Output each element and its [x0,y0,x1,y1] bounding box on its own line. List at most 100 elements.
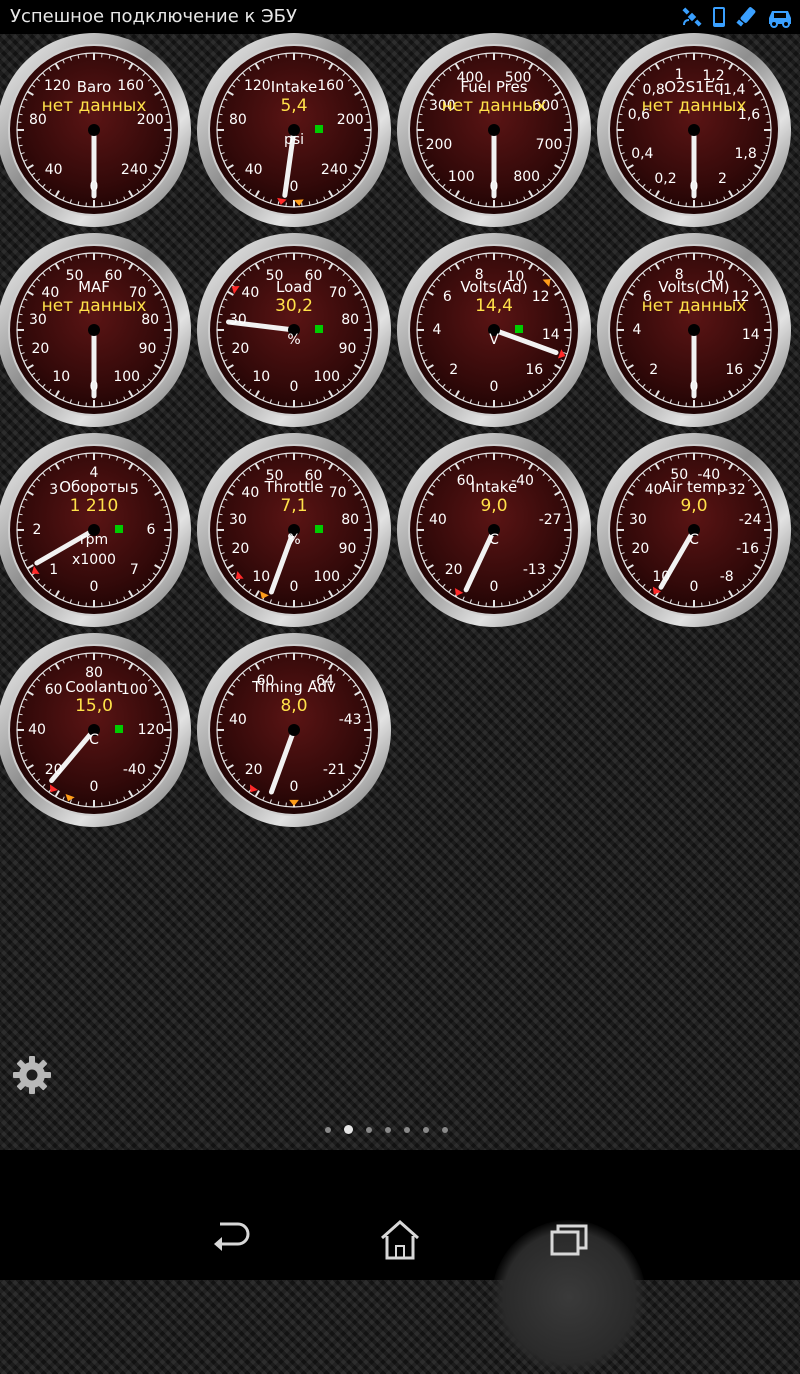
gauge-value: нет данных [0,96,194,116]
gauge-fuel-pres[interactable]: 4005003006002007001008000Fuel Presнет да… [394,30,594,230]
tick-label: 0,4 [631,146,653,162]
settings-gear-icon[interactable] [10,1053,54,1097]
tick-label: 0 [690,579,699,595]
page-dot[interactable] [404,1127,410,1133]
tick-label: 0 [690,179,699,195]
tick-label: 0 [490,179,499,195]
tick-label: 10 [252,569,270,585]
gauge-unit: V [394,332,594,348]
gauge-intake-temp[interactable]: 60-4040-2720-130Intake9,0C [394,430,594,630]
tick-label: 200 [426,137,453,153]
tick-label: 16 [525,362,543,378]
back-icon[interactable] [190,1212,270,1272]
gauge-volts-cm[interactable]: 8106124142160Volts(CM)нет данных [594,230,794,430]
needle-hub [488,124,500,136]
gauge-rpm[interactable]: 43526170Обороты1 210rpmx1000 [0,430,194,630]
tick-label: 4 [633,322,642,338]
tick-label: -13 [523,562,546,578]
home-icon[interactable] [360,1212,440,1272]
gauge-value: 30,2 [194,296,394,316]
needle-hub [688,324,700,336]
gauge-load[interactable]: 5060407030802090101000Load30,2% [194,230,394,430]
gauge-title: Volts(Ad) [394,278,594,296]
gps-icon [681,6,703,28]
needle-hub [688,124,700,136]
gauge-title: Intake [394,478,594,496]
gauge-value: нет данных [394,96,594,116]
gauge-title: Обороты [0,478,194,496]
gauge-maf[interactable]: 5060407030802090101000MAFнет данных [0,230,194,430]
tick-label: 100 [313,569,340,585]
gauge-unit: % [194,332,394,348]
tick-label: 14 [742,327,760,343]
page-dot[interactable] [423,1127,429,1133]
needle-hub [88,124,100,136]
page-dot[interactable] [385,1127,391,1133]
tick-label: 100 [113,369,140,385]
gauge-unit: C [0,732,194,748]
recent-apps-icon[interactable] [530,1212,610,1272]
tick-label: -8 [720,569,734,585]
gauge-o2s1eq[interactable]: 11,20,81,40,61,60,41,80,220O2S1Eqнет дан… [594,30,794,230]
tick-label: 20 [32,341,50,357]
gauge-value: 15,0 [0,696,194,716]
tick-label: 2 [718,171,727,187]
gauge-volts-ad[interactable]: 8106124142160Volts(Ad)14,4V [394,230,594,430]
gauge-value: 7,1 [194,496,394,516]
gauge-intake[interactable]: 12016080200402400Intake5,4psi [194,30,394,230]
gauge-title: Fuel Pres [394,78,594,96]
tick-label: 0 [290,179,299,195]
tick-label: 10 [252,369,270,385]
gauge-value: нет данных [594,296,794,316]
tick-label: 2 [649,362,658,378]
tick-label: 0 [690,379,699,395]
gauge-value: нет данных [594,96,794,116]
gauge-unit: rpm [0,532,194,548]
page-dot[interactable] [366,1127,372,1133]
tick-label: 1,8 [735,146,757,162]
gauge-value: нет данных [0,296,194,316]
gauge-title: Intake [194,78,394,96]
tick-label: 100 [448,169,475,185]
navigation-bar [0,1150,800,1280]
gauge-title: O2S1Eq [594,78,794,96]
tick-label: 0 [90,779,99,795]
gauge-title: Throttle [194,478,394,496]
gauge-unit: C [594,532,794,548]
tick-label: 240 [321,162,348,178]
tick-label: 0 [90,179,99,195]
gauge-timing-adv[interactable]: 60-6440-4320-210Timing Adv8,0 [194,630,394,830]
gauge-title: Timing Adv [194,678,394,696]
tick-label: 40 [45,162,63,178]
gauge-value: 1 210 [0,496,194,516]
gauge-value: 8,0 [194,696,394,716]
tick-label: 20 [245,762,263,778]
tick-label: 0 [490,579,499,595]
tick-label: 10 [652,569,670,585]
page-dot[interactable] [344,1125,353,1134]
gauge-title: MAF [0,278,194,296]
status-bar: Успешное подключение к ЭБУ [0,0,800,34]
gauge-value: 5,4 [194,96,394,116]
tick-label: 40 [245,162,263,178]
gauge-title: Volts(CM) [594,278,794,296]
gauge-baro[interactable]: 12016080200402400Baroнет данных [0,30,194,230]
tick-label: -40 [123,762,146,778]
gauge-unit: % [194,532,394,548]
tick-label: 90 [139,341,157,357]
gauge-unit: psi [194,132,394,148]
tick-label: 0 [290,379,299,395]
page-dot[interactable] [325,1127,331,1133]
tick-label: 0 [490,379,499,395]
gauge-throttle[interactable]: 5060407030802090101000Throttle7,1% [194,430,394,630]
phone-icon [712,6,726,28]
tick-label: 0 [90,579,99,595]
gauge-title: Coolant [0,678,194,696]
page-dot[interactable] [442,1127,448,1133]
gauge-air-temp[interactable]: 50-4040-3230-2420-1610-80Air temp9,0C [594,430,794,630]
gauge-unit: C [394,532,594,548]
gauge-value: 9,0 [594,496,794,516]
bluetooth-obd-icon [735,6,757,28]
gauge-coolant[interactable]: 80601004012020-400Coolant15,0C [0,630,194,830]
tick-label: 100 [313,369,340,385]
